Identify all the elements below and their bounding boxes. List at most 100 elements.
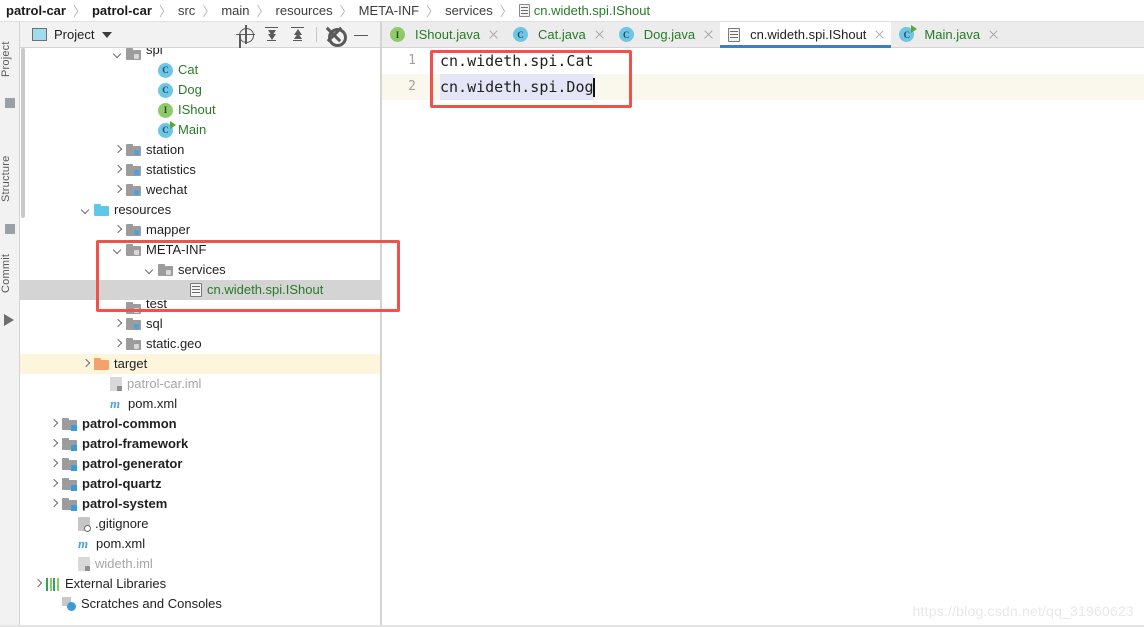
- collapse-all-icon[interactable]: [285, 23, 311, 47]
- tree-node-test[interactable]: test: [20, 300, 380, 314]
- tree-node-main[interactable]: C Main: [20, 120, 380, 140]
- breadcrumb-item-meta-inf[interactable]: META-INF: [357, 3, 421, 18]
- chevron-down-icon[interactable]: [80, 205, 91, 216]
- tree-twisty-spacer: [144, 105, 155, 116]
- chevron-right-icon[interactable]: [112, 165, 123, 176]
- chevron-right-icon[interactable]: [80, 359, 91, 370]
- breadcrumb-item-cn-wideth-spi-ishout[interactable]: cn.wideth.spi.IShout: [517, 3, 652, 18]
- maven-pom-icon: m: [110, 396, 121, 411]
- tree-node-label: patrol-framework: [82, 436, 189, 451]
- chevron-right-icon[interactable]: [48, 459, 59, 470]
- tree-node-patrol-generator[interactable]: patrol-generator: [20, 454, 380, 474]
- toolwindow-button-structure[interactable]: Structure: [0, 142, 20, 216]
- chevron-right-icon[interactable]: [48, 499, 59, 510]
- chevron-right-icon[interactable]: [112, 339, 123, 350]
- tree-node-wechat[interactable]: wechat: [20, 180, 380, 200]
- expand-all-icon[interactable]: [259, 23, 285, 47]
- close-icon[interactable]: [594, 29, 605, 40]
- tree-node-cat[interactable]: C Cat: [20, 60, 380, 80]
- tree-node-sql[interactable]: sql: [20, 314, 380, 334]
- tree-node-label: .gitignore: [95, 516, 149, 531]
- close-icon[interactable]: [703, 29, 714, 40]
- tree-node-resources[interactable]: resources: [20, 200, 380, 220]
- editor-tab-ishout-java[interactable]: I IShout.java: [382, 22, 505, 47]
- tree-node-mapper[interactable]: mapper: [20, 220, 380, 240]
- tree-node-station[interactable]: station: [20, 140, 380, 160]
- editor-tab-cn-wideth-spi-ishout[interactable]: cn.wideth.spi.IShout: [720, 22, 892, 48]
- tree-node-static-geo[interactable]: static.geo: [20, 334, 380, 354]
- tree-node-pom-xml[interactable]: m pom.xml: [20, 394, 380, 414]
- locate-icon[interactable]: [233, 23, 259, 47]
- breadcrumb-item-label: META-INF: [358, 3, 420, 18]
- folder-icon: [158, 264, 173, 276]
- tree-node-services[interactable]: services: [20, 260, 380, 280]
- chevron-right-icon[interactable]: [112, 185, 123, 196]
- toolwindow-button-commit[interactable]: Commit: [0, 242, 20, 304]
- tree-node-patrol-quartz[interactable]: patrol-quartz: [20, 474, 380, 494]
- chevron-down-icon[interactable]: [144, 265, 155, 276]
- tree-node-meta-inf[interactable]: META-INF: [20, 240, 380, 260]
- tree-node-dog[interactable]: C Dog: [20, 80, 380, 100]
- breadcrumb-item-resources[interactable]: resources: [274, 3, 335, 18]
- tree-node-external-libraries[interactable]: External Libraries: [20, 574, 380, 594]
- tree-node-scratches-and-consoles[interactable]: Scratches and Consoles: [20, 594, 380, 614]
- minimize-icon[interactable]: [348, 23, 374, 47]
- close-icon[interactable]: [874, 29, 885, 40]
- tree-node-target[interactable]: target: [20, 354, 380, 374]
- resources-folder-icon: [94, 204, 109, 216]
- editor-area[interactable]: 1 cn.wideth.spi.Cat 2 cn.wideth.spi.Dog: [382, 48, 1144, 627]
- editor-tab-label: IShout.java: [415, 27, 481, 42]
- tree-node-patrol-common[interactable]: patrol-common: [20, 414, 380, 434]
- breadcrumb-item-patrol-car[interactable]: patrol-car: [4, 3, 68, 18]
- text-caret: [593, 78, 595, 97]
- toolstrip-marker-2: [5, 224, 15, 234]
- breadcrumb-separator: 〉: [339, 4, 353, 19]
- chevron-down-icon[interactable]: [112, 245, 123, 256]
- chevron-down-icon[interactable]: [102, 31, 113, 38]
- breadcrumb-item-services[interactable]: services: [443, 3, 495, 18]
- watermark: https://blog.csdn.net/qq_31960623: [912, 603, 1134, 619]
- tree-node-label: IShout: [178, 102, 216, 117]
- settings-gear-icon[interactable]: [322, 23, 348, 47]
- editor-tab-cat-java[interactable]: C Cat.java: [505, 22, 611, 47]
- project-panel-title: Project: [54, 27, 95, 42]
- breadcrumb-separator: 〉: [158, 4, 172, 19]
- chevron-right-icon[interactable]: [112, 145, 123, 156]
- maven-pom-icon: m: [78, 536, 89, 551]
- toolwindow-button-project[interactable]: Project: [0, 28, 20, 90]
- tree-node-label: wideth.iml: [95, 556, 153, 571]
- tree-node--gitignore[interactable]: .gitignore: [20, 514, 380, 534]
- tree-node-patrol-framework[interactable]: patrol-framework: [20, 434, 380, 454]
- tree-node-ishout[interactable]: I IShout: [20, 100, 380, 120]
- breadcrumb-item-patrol-car[interactable]: patrol-car: [90, 3, 154, 18]
- editor-tab-main-java[interactable]: C Main.java: [891, 22, 1005, 47]
- tree-node-statistics[interactable]: statistics: [20, 160, 380, 180]
- text-file-icon: [728, 27, 741, 42]
- project-panel-toolbar: [233, 23, 380, 47]
- chevron-right-icon[interactable]: [48, 479, 59, 490]
- close-icon[interactable]: [488, 29, 499, 40]
- tree-node-patrol-car-iml[interactable]: patrol-car.iml: [20, 374, 380, 394]
- editor-line[interactable]: 1 cn.wideth.spi.Cat: [382, 48, 1144, 74]
- tree-node-label: test: [146, 300, 167, 311]
- editor-line[interactable]: 2 cn.wideth.spi.Dog: [382, 74, 1144, 100]
- chevron-right-icon[interactable]: [112, 319, 123, 330]
- chevron-right-icon[interactable]: [32, 579, 43, 590]
- chevron-right-icon[interactable]: [48, 419, 59, 430]
- chevron-right-icon[interactable]: [112, 225, 123, 236]
- tree-node-pom-xml[interactable]: m pom.xml: [20, 534, 380, 554]
- chevron-down-icon[interactable]: [112, 49, 123, 60]
- chevron-right-icon[interactable]: [48, 439, 59, 450]
- editor-tab-dog-java[interactable]: C Dog.java: [611, 22, 720, 47]
- tree-node-cn-wideth-spi-ishout[interactable]: cn.wideth.spi.IShout: [20, 280, 380, 300]
- java-class-icon: C: [618, 27, 634, 42]
- breadcrumb-item-main[interactable]: main: [219, 3, 251, 18]
- breadcrumb-item-src[interactable]: src: [176, 3, 197, 18]
- iml-file-icon: [78, 557, 90, 571]
- tree-node-spi[interactable]: spi: [20, 48, 380, 60]
- close-icon[interactable]: [988, 29, 999, 40]
- project-tree[interactable]: spi C Cat C Dog I IShout C Main station statistics…: [20, 48, 380, 627]
- tree-node-wideth-iml[interactable]: wideth.iml: [20, 554, 380, 574]
- toolstrip-arrow-icon[interactable]: [4, 314, 14, 326]
- tree-node-patrol-system[interactable]: patrol-system: [20, 494, 380, 514]
